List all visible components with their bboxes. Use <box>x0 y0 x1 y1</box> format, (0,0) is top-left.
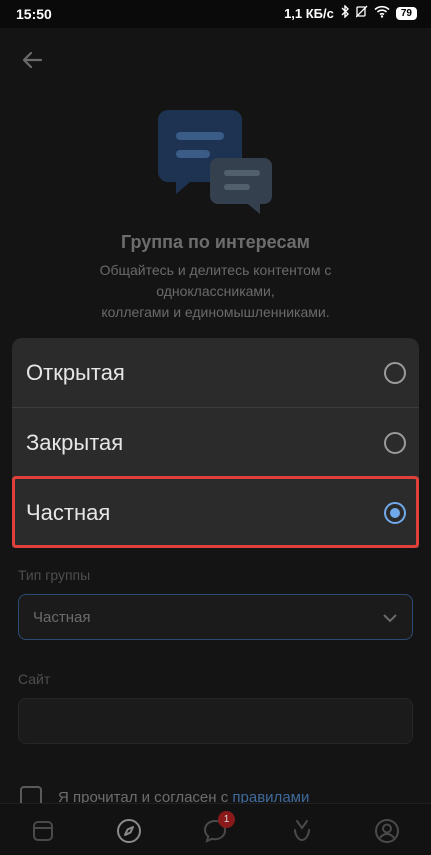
site-label: Сайт <box>18 671 51 687</box>
tab-profile[interactable] <box>372 816 402 846</box>
option-label: Открытая <box>26 360 125 385</box>
option-label: Закрытая <box>26 430 124 455</box>
wifi-icon <box>374 5 390 21</box>
feed-icon <box>33 821 53 841</box>
status-time: 15:50 <box>16 6 52 22</box>
group-type-value: Частная <box>33 609 91 626</box>
privacy-options-sheet: Открытая Закрытая Частная <box>12 338 419 548</box>
bluetooth-icon <box>340 4 350 21</box>
mute-icon <box>355 5 368 21</box>
chevron-down-icon <box>382 610 398 628</box>
clips-icon <box>294 820 310 842</box>
tab-discover[interactable] <box>114 816 144 846</box>
description-line: Общайтесь и делитесь контентом с <box>99 262 332 278</box>
option-private[interactable]: Частная <box>12 478 419 548</box>
compass-icon <box>117 819 141 843</box>
chat-bubbles-icon <box>158 110 274 219</box>
site-input[interactable] <box>18 698 413 744</box>
arrow-left-icon <box>22 51 43 69</box>
radio-button[interactable] <box>384 362 406 384</box>
page-title: Группа по интересам <box>121 232 310 252</box>
radio-button-selected[interactable] <box>384 502 406 524</box>
tab-messages[interactable]: 1 <box>200 811 235 846</box>
status-indicators: 1,1 КБ/с 79 <box>284 4 417 21</box>
radio-button[interactable] <box>384 432 406 454</box>
page-description: Общайтесь и делитесь контентом с однокла… <box>0 260 431 323</box>
group-type-select[interactable]: Частная <box>18 594 413 640</box>
description-line: одноклассниками, <box>156 283 275 299</box>
option-open[interactable]: Открытая <box>12 338 419 408</box>
description-line: коллегами и единомышленниками. <box>101 304 330 320</box>
battery-indicator: 79 <box>395 6 417 20</box>
status-bar: 15:50 1,1 КБ/с 79 <box>0 0 431 28</box>
tab-feed[interactable] <box>28 816 58 846</box>
option-closed[interactable]: Закрытая <box>12 408 419 478</box>
back-button[interactable] <box>16 44 48 76</box>
tab-bar: 1 <box>0 803 431 855</box>
group-type-label: Тип группы <box>18 567 91 583</box>
tab-clips[interactable] <box>287 816 317 846</box>
unread-badge: 1 <box>218 811 235 828</box>
profile-icon <box>375 819 399 843</box>
network-speed: 1,1 КБ/с <box>284 5 334 21</box>
option-label: Частная <box>26 500 111 525</box>
